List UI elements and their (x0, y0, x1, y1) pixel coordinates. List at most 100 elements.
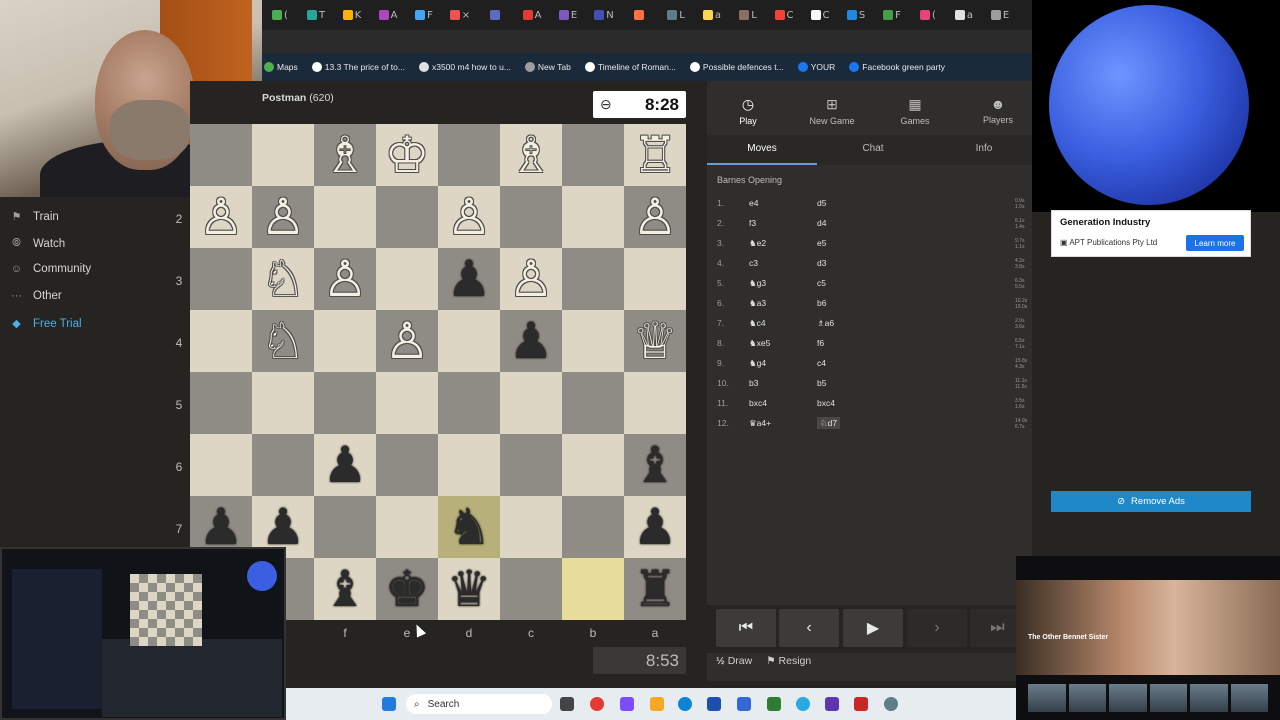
browser-tab[interactable]: C (766, 0, 802, 30)
chess-piece[interactable]: ♙ (323, 254, 368, 304)
black-move[interactable]: ♗a6 (817, 318, 834, 329)
browser-tab[interactable]: S (838, 0, 874, 30)
black-move[interactable]: c5 (817, 278, 826, 288)
chess-piece[interactable]: ♗ (323, 130, 368, 180)
browser-tab[interactable]: a (946, 0, 982, 30)
chess-piece[interactable]: ♙ (509, 254, 554, 304)
chess-piece[interactable]: ♞ (447, 502, 492, 552)
board-square[interactable] (376, 372, 438, 434)
board-square[interactable] (500, 558, 562, 620)
bookmark-item[interactable]: x3500 m4 how to u... (418, 62, 511, 72)
board-square[interactable] (190, 124, 252, 186)
sidebar-item-train[interactable]: ⚑ Train (10, 210, 59, 224)
chess-piece[interactable]: ♙ (385, 316, 430, 366)
board-square[interactable]: ♙ (376, 310, 438, 372)
board-square[interactable] (376, 186, 438, 248)
browser-tab[interactable]: E (550, 0, 586, 30)
bookmark-item[interactable]: New Tab (524, 62, 571, 72)
board-square[interactable]: ♟ (624, 496, 686, 558)
white-move[interactable]: ♞g3 (749, 278, 766, 289)
black-move[interactable]: e5 (817, 238, 826, 248)
bookmark-item[interactable]: Facebook green party (849, 62, 945, 72)
next-move-button[interactable]: › (907, 609, 967, 647)
chess-piece[interactable]: ♗ (509, 130, 554, 180)
chess-piece[interactable]: ♟ (633, 502, 678, 552)
browser-tab[interactable]: C (802, 0, 838, 30)
board-square[interactable] (562, 248, 624, 310)
white-move[interactable]: ♞xe5 (749, 338, 770, 349)
mail-icon[interactable] (707, 697, 721, 711)
chess-piece[interactable]: ♟ (447, 254, 492, 304)
resign-button[interactable]: ⚑ Resign (766, 655, 811, 667)
chess-piece[interactable]: ♔ (385, 130, 430, 180)
app-icon[interactable] (620, 697, 634, 711)
board-square[interactable] (500, 186, 562, 248)
sidebar-item-other[interactable]: ··· Other (10, 290, 62, 302)
white-move[interactable]: ♞e2 (749, 238, 766, 249)
board-square[interactable]: ♙ (438, 186, 500, 248)
tab-play[interactable]: ◷ Play (708, 96, 788, 126)
board-square[interactable] (562, 124, 624, 186)
chess-piece[interactable]: ♜ (633, 564, 678, 614)
black-move[interactable]: d4 (817, 218, 826, 228)
white-move[interactable]: f3 (749, 218, 756, 228)
opponent-name[interactable]: Postman (620) (262, 92, 334, 104)
chess-piece[interactable]: ♖ (633, 130, 678, 180)
board-square[interactable] (376, 434, 438, 496)
board-square[interactable] (190, 248, 252, 310)
board-square[interactable] (252, 124, 314, 186)
bookmark-item[interactable]: Possible defences t... (689, 62, 784, 72)
board-square[interactable] (562, 186, 624, 248)
subtab-moves[interactable]: Moves (708, 143, 816, 154)
white-move[interactable]: bxc4 (749, 398, 767, 408)
white-move[interactable]: ♞g4 (749, 358, 766, 369)
board-square[interactable]: ♚ (376, 558, 438, 620)
board-square[interactable] (438, 124, 500, 186)
board-square[interactable] (624, 372, 686, 434)
board-square[interactable] (314, 496, 376, 558)
black-move[interactable]: ♘d7 (817, 417, 841, 429)
board-square[interactable]: ♙ (314, 248, 376, 310)
store-icon[interactable] (737, 697, 751, 711)
previous-move-button[interactable]: ‹ (779, 609, 839, 647)
black-move[interactable]: bxc4 (817, 398, 835, 408)
browser-tab[interactable] (622, 0, 658, 30)
board-square[interactable] (562, 496, 624, 558)
board-square[interactable] (376, 248, 438, 310)
ad-banner[interactable]: Generation Industry ▣ APT Publications P… (1051, 210, 1251, 257)
board-square[interactable] (252, 372, 314, 434)
taskbar-search[interactable]: ⌕ Search (406, 694, 552, 714)
board-square[interactable] (562, 558, 624, 620)
browser-tab[interactable]: N (586, 0, 622, 30)
board-square[interactable]: ♞ (438, 496, 500, 558)
black-move[interactable]: c4 (817, 358, 826, 368)
browser-address-bar[interactable] (262, 30, 1032, 53)
browser-tab[interactable]: E (982, 0, 1018, 30)
chess-piece[interactable]: ♟ (509, 316, 554, 366)
browser-tab[interactable]: A (370, 0, 406, 30)
board-square[interactable]: ♘ (252, 310, 314, 372)
browser-tab[interactable]: a (694, 0, 730, 30)
board-square[interactable] (252, 434, 314, 496)
chess-piece[interactable]: ♙ (261, 192, 306, 242)
browser-tab[interactable]: A (514, 0, 550, 30)
sidebar-item-watch[interactable]: ⦾ Watch (10, 237, 65, 250)
subtab-info[interactable]: Info (930, 143, 1038, 154)
board-square[interactable]: ♟ (438, 248, 500, 310)
board-square[interactable]: ♙ (252, 186, 314, 248)
app-icon[interactable] (825, 697, 839, 711)
chess-piece[interactable]: ♙ (633, 192, 678, 242)
board-square[interactable] (438, 310, 500, 372)
board-square[interactable]: ♜ (624, 558, 686, 620)
chess-piece[interactable]: ♛ (447, 564, 492, 614)
bookmark-item[interactable]: Timeline of Roman... (584, 62, 676, 72)
board-square[interactable] (190, 434, 252, 496)
chess-piece[interactable]: ♝ (323, 564, 368, 614)
learn-more-button[interactable]: Learn more (1186, 235, 1244, 251)
browser-tab[interactable]: L (658, 0, 694, 30)
board-square[interactable] (438, 372, 500, 434)
settings-icon[interactable] (884, 697, 898, 711)
tab-new-game[interactable]: ⊞ New Game (792, 96, 872, 126)
white-move[interactable]: c3 (749, 258, 758, 268)
board-square[interactable]: ♝ (624, 434, 686, 496)
